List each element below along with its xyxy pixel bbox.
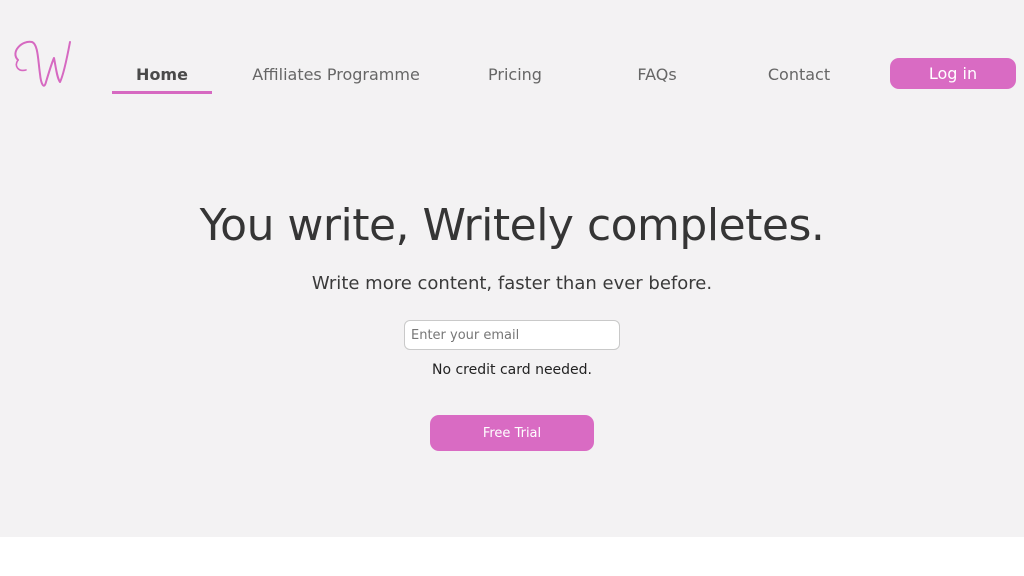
nav-pricing[interactable]: Pricing xyxy=(475,62,555,88)
no-credit-card-note: No credit card needed. xyxy=(431,362,593,378)
free-trial-button[interactable]: Free Trial xyxy=(430,415,594,451)
nav-home[interactable]: Home xyxy=(112,62,212,88)
email-input[interactable] xyxy=(404,320,620,350)
nav-faqs[interactable]: FAQs xyxy=(622,62,692,88)
hero-subline: Write more content, faster than ever bef… xyxy=(311,273,713,294)
hero-section: Home Affiliates Programme Pricing FAQs C… xyxy=(0,0,1024,537)
script-w-logo[interactable] xyxy=(8,30,78,96)
hero-headline: You write, Writely completes. xyxy=(199,200,825,251)
nav-active-indicator xyxy=(112,91,212,94)
login-button[interactable]: Log in xyxy=(890,58,1016,89)
nav-affiliates-programme[interactable]: Affiliates Programme xyxy=(250,62,422,88)
nav-contact[interactable]: Contact xyxy=(759,62,839,88)
